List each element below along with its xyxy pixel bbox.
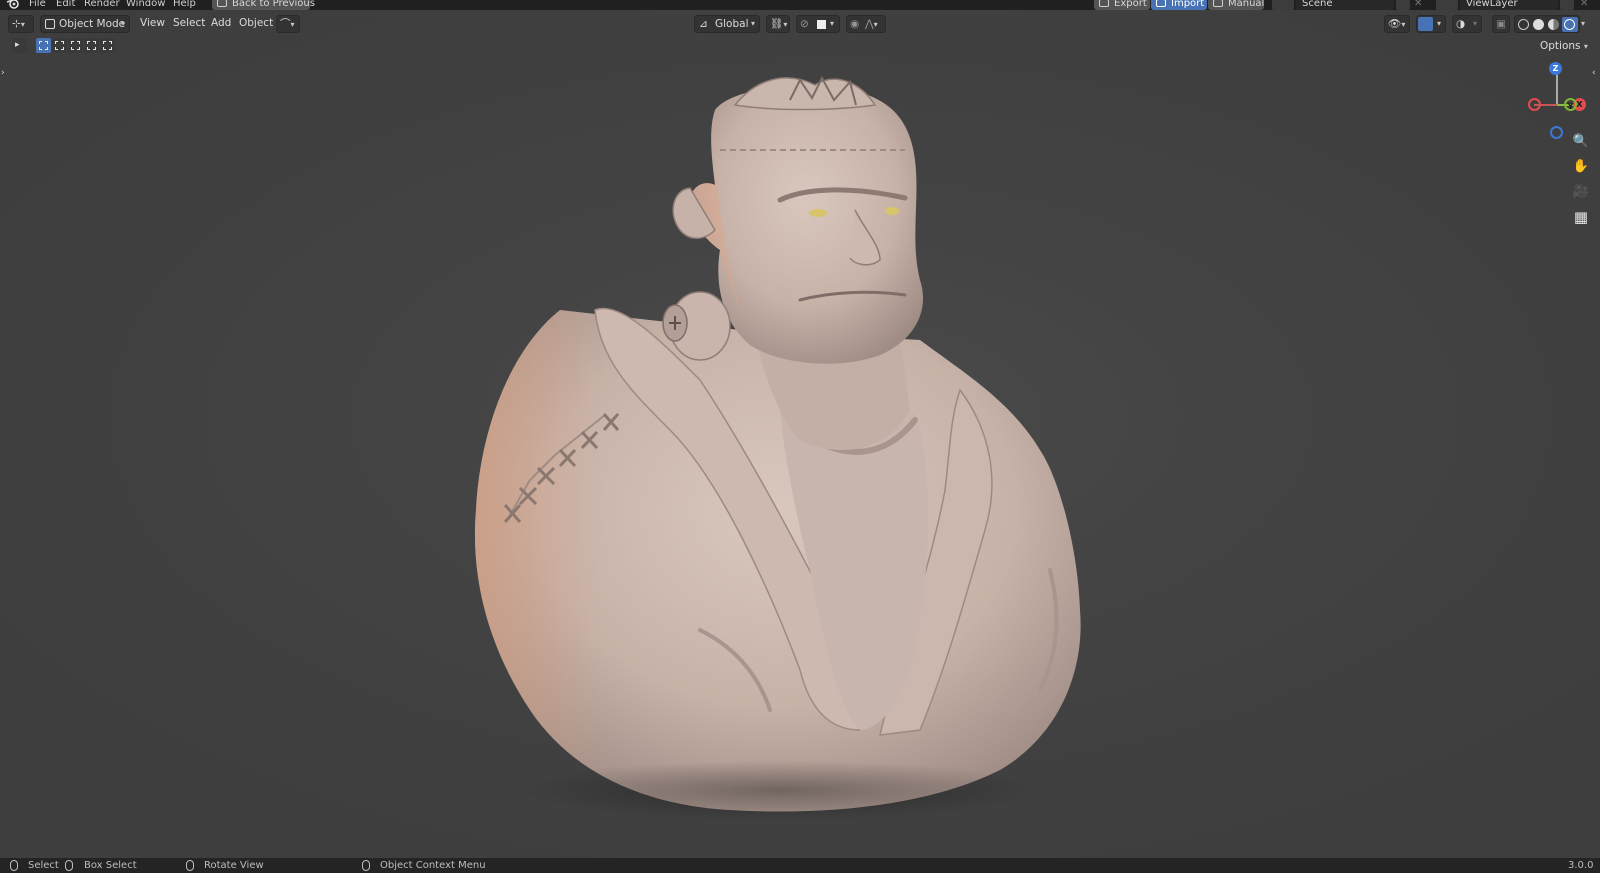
scene-name-field[interactable]: Scene — [1296, 0, 1394, 10]
status-context-menu: Object Context Menu — [380, 860, 486, 871]
download-icon — [1213, 0, 1223, 7]
back-to-previous-label: Back to Previous — [232, 0, 315, 9]
status-bar: Select Box Select Rotate View Object Con… — [0, 858, 1600, 873]
import-icon — [1156, 0, 1166, 7]
menu-edit[interactable]: Edit — [56, 0, 75, 10]
version-label: 3.0.0 — [1568, 860, 1594, 871]
mouse-right-icon — [362, 860, 370, 871]
gizmo-neg-z-axis[interactable] — [1550, 126, 1563, 139]
status-rotate-view: Rotate View — [204, 860, 264, 871]
3d-viewport[interactable]: ⊹▾ Object Mode ▾ View Select Add Object … — [0, 10, 1600, 858]
camera-icon[interactable]: 🎥 — [1570, 181, 1592, 203]
export-label: Export — [1114, 0, 1147, 9]
mouse-middle-icon — [186, 860, 194, 871]
back-to-previous-button[interactable]: Back to Previous — [212, 0, 315, 10]
mouse-left-icon — [10, 860, 18, 871]
viewlayer-name-field[interactable]: ViewLayer — [1460, 0, 1558, 10]
hand-icon[interactable]: ✋ — [1570, 156, 1592, 178]
manual-label: Manual — [1228, 0, 1265, 9]
zoom-icon[interactable]: 🔍 — [1570, 131, 1592, 153]
scene-new-icon[interactable] — [1396, 0, 1410, 10]
sculpt-bust-render — [474, 75, 1081, 820]
menu-window[interactable]: Window — [126, 0, 165, 10]
export-button[interactable]: Export — [1094, 0, 1150, 10]
blender-logo-icon[interactable] — [6, 0, 20, 10]
scene-close-icon[interactable]: ✕ — [1414, 0, 1422, 10]
viewlayer-close-icon[interactable]: ✕ — [1580, 0, 1588, 10]
menu-render[interactable]: Render — [84, 0, 120, 10]
viewlayer-browse-icon[interactable] — [1436, 0, 1458, 10]
gizmo-z-line — [1556, 74, 1558, 104]
mouse-drag-icon — [65, 860, 73, 871]
status-select: Select — [28, 860, 59, 871]
manual-button[interactable]: Manual — [1208, 0, 1264, 10]
export-icon — [1099, 0, 1109, 7]
viewlayer-new-icon[interactable] — [1560, 0, 1574, 10]
status-box-select: Box Select — [84, 860, 137, 871]
gizmo-neg-x-axis[interactable] — [1528, 98, 1541, 111]
import-label: Import — [1171, 0, 1205, 9]
screen-icon — [217, 0, 227, 7]
top-menu-bar: File Edit Render Window Help Back to Pre… — [0, 0, 1600, 10]
navigation-gizmo[interactable]: Z X Y — [1520, 62, 1590, 142]
gizmo-z-axis[interactable]: Z — [1549, 62, 1562, 75]
menu-file[interactable]: File — [29, 0, 46, 10]
scene-browse-icon[interactable] — [1272, 0, 1294, 10]
menu-help[interactable]: Help — [173, 0, 196, 10]
grid-icon[interactable]: ▦ — [1570, 206, 1592, 228]
gizmo-y-axis[interactable]: Y — [1564, 98, 1577, 111]
import-button[interactable]: Import — [1151, 0, 1207, 10]
